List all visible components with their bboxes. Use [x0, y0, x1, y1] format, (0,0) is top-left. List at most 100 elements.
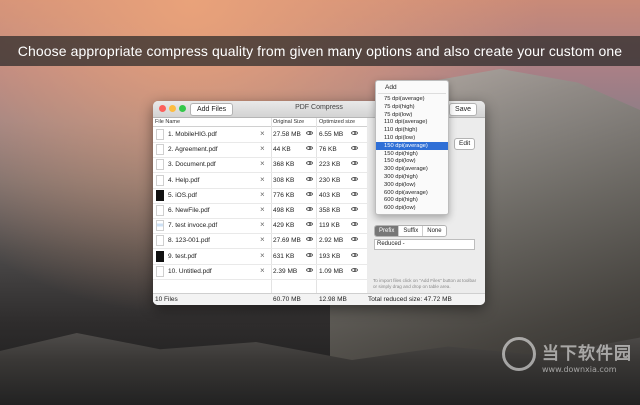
table-row[interactable]: 7. test invoce.pdf × 429 KB 119 KB: [153, 218, 367, 235]
preview-original-eye-icon[interactable]: [306, 161, 313, 166]
original-size: 27.58 MB: [273, 131, 301, 138]
dropdown-option[interactable]: 600 dpi(low): [376, 204, 448, 212]
remove-file-icon[interactable]: ×: [260, 159, 265, 168]
dropdown-option[interactable]: 110 dpi(high): [376, 126, 448, 134]
dropdown-option[interactable]: 150 dpi(high): [376, 150, 448, 158]
file-name: 7. test invoce.pdf: [168, 222, 218, 230]
remove-file-icon[interactable]: ×: [260, 175, 265, 184]
optimized-size: 2.92 MB: [319, 237, 344, 245]
dropdown-option[interactable]: 110 dpi(low): [376, 134, 448, 142]
preview-optimized-eye-icon[interactable]: [351, 207, 358, 211]
optimized-size: 403 KB: [319, 191, 341, 199]
dropdown-option[interactable]: 300 dpi(high): [376, 173, 448, 181]
header-optimized-size[interactable]: Optimized size: [319, 119, 355, 125]
preview-original-eye-icon[interactable]: [306, 222, 313, 227]
preview-optimized-eye-icon[interactable]: [351, 267, 358, 272]
header-file-name[interactable]: File Name: [155, 119, 180, 125]
remove-file-icon[interactable]: ×: [260, 144, 265, 153]
dropdown-header[interactable]: Add: [385, 84, 397, 91]
original-size: 308 KB: [273, 176, 295, 184]
original-size: 44 KB: [273, 146, 291, 154]
dropdown-separator: [378, 93, 446, 94]
dropdown-option[interactable]: 75 dpi(low): [376, 111, 448, 119]
preview-original-eye-icon[interactable]: [306, 146, 313, 151]
segment-none[interactable]: None: [423, 226, 446, 236]
optimized-size: 193 KB: [319, 252, 341, 260]
original-size: 776 KB: [273, 191, 295, 199]
watermark: 当下软件园 www.downxia.com: [502, 335, 632, 385]
remove-file-icon[interactable]: ×: [260, 205, 265, 214]
preview-optimized-eye-icon[interactable]: [351, 146, 358, 151]
edit-button[interactable]: Edit: [454, 138, 476, 150]
prefix-input[interactable]: Reduced -: [374, 239, 475, 250]
dropdown-option[interactable]: 75 dpi(high): [376, 103, 448, 111]
preview-original-eye-icon[interactable]: [306, 191, 313, 196]
table-row[interactable]: 6. NewFile.pdf × 498 KB 358 KB: [153, 203, 367, 219]
import-hint: To import files click on "Add Files" but…: [373, 278, 477, 289]
file-count: 10 Files: [155, 296, 178, 303]
table-row[interactable]: 1. MobileHIG.pdf × 27.58 MB 6.55 MB: [153, 127, 367, 143]
remove-file-icon[interactable]: ×: [260, 235, 265, 244]
table-row[interactable]: 10. Untitled.pdf × 2.39 MB 1.09 MB: [153, 264, 367, 280]
preview-optimized-eye-icon[interactable]: [351, 161, 358, 166]
remove-file-icon[interactable]: ×: [260, 129, 265, 138]
remove-file-icon[interactable]: ×: [260, 190, 265, 199]
preview-optimized-eye-icon[interactable]: [351, 191, 358, 196]
table-row[interactable]: 4. Help.pdf × 308 KB 230 KB: [153, 173, 367, 189]
preview-original-eye-icon[interactable]: [306, 131, 313, 135]
segment-suffix[interactable]: Suffix: [399, 226, 424, 236]
dropdown-option[interactable]: 110 dpi(average): [376, 118, 448, 126]
preview-optimized-eye-icon[interactable]: [351, 252, 358, 257]
quality-dropdown-menu[interactable]: Add 75 dpi(average) 75 dpi(high) 75 dpi(lo…: [375, 80, 449, 215]
pdf-thumbnail-icon: [156, 250, 164, 262]
pdf-thumbnail-icon: [156, 129, 164, 140]
file-name: 4. Help.pdf: [168, 176, 200, 184]
dropdown-option[interactable]: 600 dpi(high): [376, 196, 448, 204]
dropdown-option[interactable]: 300 dpi(average): [376, 165, 448, 173]
total-original-size: 60.70 MB: [273, 296, 301, 303]
original-size: 498 KB: [273, 207, 295, 214]
preview-optimized-eye-icon[interactable]: [351, 237, 358, 242]
optimized-size: 76 KB: [319, 146, 337, 154]
dropdown-option[interactable]: 150 dpi(average): [376, 141, 448, 150]
dropdown-option[interactable]: 150 dpi(low): [376, 157, 448, 165]
segment-prefix[interactable]: Prefix: [375, 226, 400, 236]
original-size: 429 KB: [273, 222, 295, 230]
header-original-size[interactable]: Original Size: [273, 119, 304, 125]
watermark-logo-icon: [502, 337, 536, 371]
table-row[interactable]: 8. 123-001.pdf × 27.69 MB 2.92 MB: [153, 233, 367, 250]
file-name: 8. 123-001.pdf: [168, 237, 210, 245]
dropdown-option[interactable]: 300 dpi(low): [376, 181, 448, 189]
preview-original-eye-icon[interactable]: [306, 176, 313, 181]
caption-banner: Choose appropriate compress quality from…: [0, 36, 640, 66]
remove-file-icon[interactable]: ×: [260, 251, 265, 260]
file-name: 10. Untitled.pdf: [168, 267, 212, 275]
optimized-size: 6.55 MB: [319, 131, 344, 138]
preview-original-eye-icon[interactable]: [306, 252, 313, 257]
remove-file-icon[interactable]: ×: [260, 220, 265, 229]
watermark-url: www.downxia.com: [542, 365, 617, 374]
optimized-size: 119 KB: [319, 222, 340, 230]
pdf-thumbnail-icon: [156, 174, 164, 186]
total-optimized-size: 12.98 MB: [319, 296, 347, 303]
preview-optimized-eye-icon[interactable]: [351, 176, 358, 181]
preview-original-eye-icon[interactable]: [306, 237, 313, 242]
status-footer: 10 Files 60.70 MB 12.98 MB Total reduced…: [153, 293, 485, 305]
preview-original-eye-icon[interactable]: [306, 267, 313, 272]
table-row[interactable]: 3. Document.pdf × 368 KB 223 KB: [153, 157, 367, 174]
file-name: 2. Agreement.pdf: [168, 146, 218, 154]
table-row[interactable]: 5. iOS.pdf × 776 KB 403 KB: [153, 188, 367, 204]
dropdown-option[interactable]: 75 dpi(average): [376, 95, 448, 103]
table-row[interactable]: 9. test.pdf × 631 KB 193 KB: [153, 249, 367, 265]
remove-file-icon[interactable]: ×: [260, 266, 265, 275]
preview-optimized-eye-icon[interactable]: [351, 131, 358, 135]
pdf-thumbnail-icon: [156, 205, 164, 216]
pdf-thumbnail-icon: [156, 159, 164, 171]
preview-original-eye-icon[interactable]: [306, 207, 313, 211]
pdf-thumbnail-icon: [156, 144, 164, 156]
table-row[interactable]: 2. Agreement.pdf × 44 KB 76 KB: [153, 142, 367, 159]
preview-optimized-eye-icon[interactable]: [351, 222, 358, 227]
file-table[interactable]: File Name Original Size Optimized size 1…: [153, 118, 367, 305]
save-button[interactable]: Save: [449, 103, 477, 116]
dropdown-option[interactable]: 600 dpi(average): [376, 189, 448, 197]
